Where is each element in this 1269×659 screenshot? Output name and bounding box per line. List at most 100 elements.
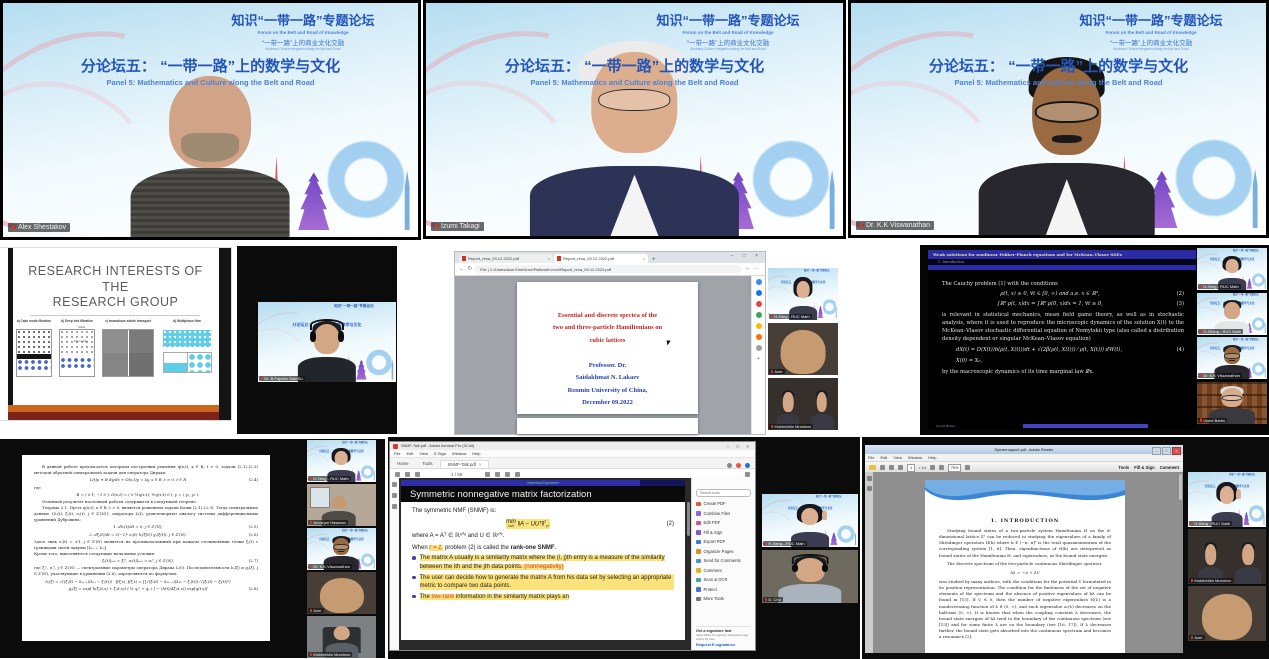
tab-document[interactable]: SNMF-Talk.pdf× [440,460,490,468]
window-controls[interactable]: –□× [1152,447,1181,455]
edge-sidebar-icon[interactable] [756,279,762,285]
page-fit-icon[interactable] [965,465,970,470]
participant-video[interactable]: 知识“一带一路”专题论坛分论坛五： “一带一路”上的数学与文化H.Zeng - … [307,440,376,482]
page-thumbnails-icon[interactable] [392,482,397,487]
acrobat-tool-item[interactable]: Export PDF [696,537,751,547]
participant-video[interactable]: Mukhriddin Muminov [307,616,376,658]
participant-video[interactable]: 知识“一带一路”专题论坛分论坛五： “一带一路”上的数学与文化G.Zhang -… [1197,293,1267,335]
menu-item[interactable]: Edit [880,455,887,460]
maximize-icon[interactable]: □ [1162,447,1171,455]
menu-item[interactable]: Window [908,455,922,460]
scrollbar[interactable] [748,278,751,298]
participant-video[interactable]: Acer [1188,586,1266,641]
close-tab-icon[interactable]: × [643,256,645,261]
minimize-icon[interactable]: – [1152,447,1161,455]
video-feed-speaker-2[interactable]: 知识“一带一路”专题论坛 Forum on the Belt and Road … [423,0,846,239]
search-tools-input[interactable] [696,489,751,497]
app-switcher-icon[interactable] [745,463,750,468]
tab-tools[interactable]: Tools [415,461,439,468]
undo-icon[interactable] [515,472,520,477]
save-icon[interactable] [395,472,400,477]
participant-video[interactable]: 知识“一带一路”专题论坛分论坛五： “一带一路”上的数学与文化H.Jiang -… [1188,472,1266,527]
page-thumbnails-icon[interactable] [867,476,872,481]
tools-button[interactable]: Tools [1118,465,1129,470]
acrobat-tool-item[interactable]: Protect [696,585,751,595]
close-tab-icon[interactable]: × [479,462,482,467]
menu-item[interactable]: E-Sign [434,451,446,456]
share-icon[interactable] [745,472,750,477]
favorite-icon[interactable]: ☆ [745,266,751,272]
new-tab-button[interactable]: + [652,257,656,263]
edge-sidebar-icon[interactable] [756,345,762,351]
edit-icon[interactable] [505,472,510,477]
video-feed-speaker-3[interactable]: 知识“一带一路”专题论坛 Forum on the Belt and Road … [848,0,1269,238]
participant-video[interactable]: 知识“一带一路”专题论坛分论坛五： “一带一路”上的数学与文化H.Zeng - … [768,268,838,320]
address-bar[interactable]: File | C:/Users/Acer/OneDrive/Рабочий ст… [475,265,742,273]
menu-item[interactable]: Help [928,455,936,460]
participant-video[interactable]: Viorel Barbu [1197,382,1267,424]
bookmarks-icon[interactable] [867,486,872,491]
participant-video[interactable]: Anvarjon Hasanov [307,484,376,526]
participant-video[interactable]: Mukhriddin Muminov [1188,529,1266,584]
menu-item[interactable]: Help [472,451,480,456]
attachments-icon[interactable] [392,504,397,509]
acrobat-tool-item[interactable]: Comment [696,566,751,576]
close-tab-icon[interactable]: × [548,256,550,261]
refresh-icon[interactable]: ↻ [468,266,473,272]
acrobat-tool-item[interactable]: Combine Files [696,509,751,519]
print-icon[interactable] [889,465,894,470]
edge-sidebar-icon[interactable] [756,301,762,307]
participant-video[interactable]: 知识“一带一路”专题论坛分论坛五： “一带一路”上的数学与文化Dr. K.K V… [1197,337,1267,379]
menu-item[interactable]: File [868,455,874,460]
acrobat-tool-item[interactable]: More Tools [696,594,751,604]
video-feed-speaker-1[interactable]: 知识“一带一路”专题论坛 Forum on the Belt and Road … [0,0,421,240]
participant-video[interactable]: 知识“一带一路”专题论坛分论坛五： “一带一路”上的数学与文化H.Zeng - … [1197,248,1267,290]
print-icon[interactable] [405,472,410,477]
close-icon[interactable]: × [1172,447,1181,455]
fill-sign-button[interactable]: Fill & Sign [1134,465,1154,470]
bookmarks-icon[interactable] [392,493,397,498]
edge-sidebar-icon[interactable] [756,323,762,329]
participant-video[interactable]: Mukhriddin Muminov [768,378,838,430]
back-icon[interactable]: ← [459,266,465,272]
acrobat-tool-item[interactable]: Fill & Sign [696,528,751,538]
acrobat-tool-item[interactable]: Edit PDF [696,518,751,528]
edge-sidebar-icon[interactable] [756,334,762,340]
acrobat-tool-item[interactable]: Create PDF [696,499,751,509]
window-controls[interactable]: – □ × [731,253,763,259]
edge-sidebar-icon[interactable] [756,290,762,296]
open-file-icon[interactable] [869,465,876,470]
save-icon[interactable] [880,465,885,470]
browser-tab[interactable]: Report_rima_09.12.2022.pdf × [459,254,553,263]
tab-home[interactable]: Home [390,461,415,468]
highlight-icon[interactable] [495,472,500,477]
page-number-input[interactable]: 1 [907,464,915,472]
scrollbar[interactable] [1179,474,1182,500]
menu-item[interactable]: Edit [406,451,413,456]
zoom-level-select[interactable]: 75% [948,464,962,472]
participant-video[interactable]: D. Chu [762,550,858,603]
browser-tab-active[interactable]: Report_rima_09.12.2022.pdf × [554,254,648,263]
acrobat-tool-item[interactable]: Scan & OCR [696,575,751,585]
comment-icon[interactable] [485,472,490,477]
zoom-in-icon[interactable] [939,465,944,470]
more-options-icon[interactable]: ⋯ [755,266,762,272]
search-icon[interactable] [415,472,420,477]
edge-sidebar-add-icon[interactable]: + [757,356,760,362]
scrollbar[interactable] [687,502,690,536]
menu-item[interactable]: File [394,451,400,456]
menu-item[interactable]: View [893,455,902,460]
acrobat-tool-item[interactable]: Organize Pages [696,547,751,557]
participant-video[interactable]: Acer [768,323,838,375]
notifications-icon[interactable] [727,463,732,468]
menu-item[interactable]: Window [452,451,466,456]
window-controls[interactable]: – □ × [727,444,752,449]
comment-button[interactable]: Comment [1160,465,1179,470]
participant-video[interactable]: 知识“一带一路”专题论坛分论坛五： “一带一路”上的数学与文化 Dr. B.Fa… [258,302,396,382]
participant-video[interactable]: 知识“一带一路”专题论坛分论坛五： “一带一路”上的数学与文化Dr. K.K.V… [307,528,376,570]
account-avatar[interactable] [736,463,741,468]
edge-sidebar-icon[interactable] [756,312,762,318]
zoom-out-icon[interactable] [930,465,935,470]
menu-item[interactable]: View [419,451,428,456]
participant-video[interactable]: 知识“一带一路”专题论坛分论坛五： “一带一路”上的数学与文化H.Jiang—R… [762,494,858,547]
